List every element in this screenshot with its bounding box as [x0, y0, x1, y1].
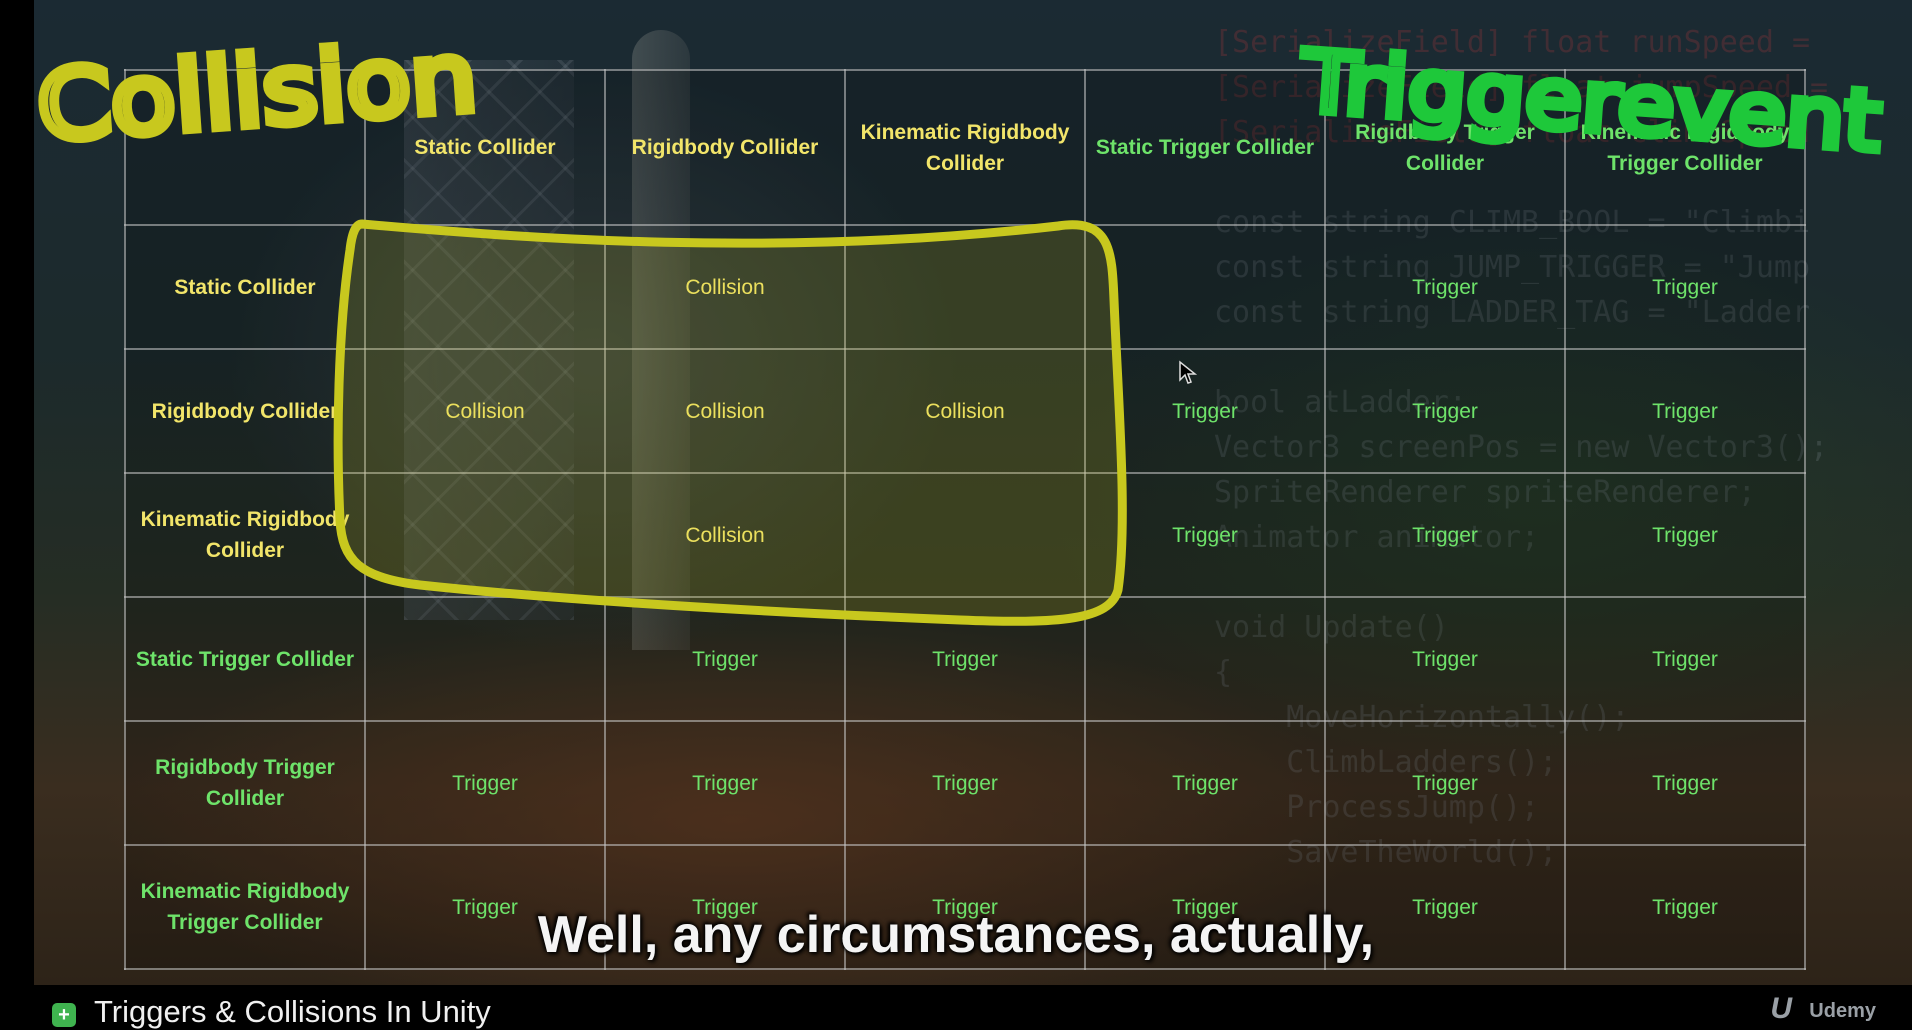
table-row: Static Trigger Collider Trigger Trigger Tri…: [124, 596, 1806, 722]
table-corner-cell: [124, 69, 366, 226]
table-cell: [1084, 596, 1326, 722]
table-cell: Trigger: [604, 720, 846, 846]
row-header: Static Trigger Collider: [124, 596, 366, 722]
column-header: Kinematic Rigidbody Collider: [844, 69, 1086, 226]
table-cell: Trigger: [844, 596, 1086, 722]
column-header: Kinematic Rigidbody Trigger Collider: [1564, 69, 1806, 226]
table-cell: Trigger: [364, 720, 606, 846]
table-cell: [364, 472, 606, 598]
table-cell: Trigger: [1564, 472, 1806, 598]
table-cell: Trigger: [604, 596, 846, 722]
row-header: Rigidbody Collider: [124, 348, 366, 474]
table-header-row: Static Collider Rigidbody Collider Kinemat…: [124, 69, 1806, 226]
code-line: [SerializeField] float runSpeed =: [1214, 25, 1811, 60]
table-cell: [844, 472, 1086, 598]
column-header: Rigidbody Trigger Collider: [1324, 69, 1566, 226]
column-header: Static Collider: [364, 69, 606, 226]
table-cell: Trigger: [1564, 224, 1806, 350]
column-header: Static Trigger Collider: [1084, 69, 1326, 226]
table-cell: [844, 224, 1086, 350]
table-cell: Trigger: [1564, 348, 1806, 474]
table-row: Rigidbody Collider Collision Collision Coll…: [124, 348, 1806, 474]
mouse-pointer-icon: [1179, 360, 1198, 384]
udemy-logo-icon: U: [1770, 992, 1792, 1025]
table-cell: Trigger: [1084, 472, 1326, 598]
lesson-title[interactable]: Triggers & Collisions In Unity: [94, 994, 491, 1030]
row-header: Static Collider: [124, 224, 366, 350]
table-cell: Trigger: [1564, 720, 1806, 846]
table-cell: Trigger: [1084, 348, 1326, 474]
table-cell: Collision: [604, 224, 846, 350]
table-cell: Collision: [604, 348, 846, 474]
table-cell: Trigger: [1324, 224, 1566, 350]
table-cell: Trigger: [1324, 472, 1566, 598]
table-cell: Trigger: [1324, 720, 1566, 846]
table-cell: [364, 596, 606, 722]
row-header: Rigidbody Trigger Collider: [124, 720, 366, 846]
table-cell: Collision: [844, 348, 1086, 474]
table-cell: Trigger: [1324, 348, 1566, 474]
collision-matrix-table: Static Collider Rigidbody Collider Kinemat…: [124, 69, 1806, 970]
table-row: Kinematic Rigidbody Collider Collision Tri…: [124, 472, 1806, 598]
table-cell: [1084, 224, 1326, 350]
table-cell: Trigger: [1084, 720, 1326, 846]
table-cell: Trigger: [844, 720, 1086, 846]
column-header: Rigidbody Collider: [604, 69, 846, 226]
table-row: Static Collider Collision Trigger Trigger: [124, 224, 1806, 350]
subtitle-caption: Well, any circumstances, actually,: [537, 906, 1375, 964]
table-cell: Collision: [604, 472, 846, 598]
table-cell: Collision: [364, 348, 606, 474]
lesson-plus-icon: +: [52, 1003, 76, 1027]
table-cell: Trigger: [1324, 596, 1566, 722]
table-cell: Trigger: [1564, 596, 1806, 722]
table-row: Rigidbody Trigger Collider Trigger Trigger…: [124, 720, 1806, 846]
row-header: Kinematic Rigidbody Collider: [124, 472, 366, 598]
table-cell: [364, 224, 606, 350]
